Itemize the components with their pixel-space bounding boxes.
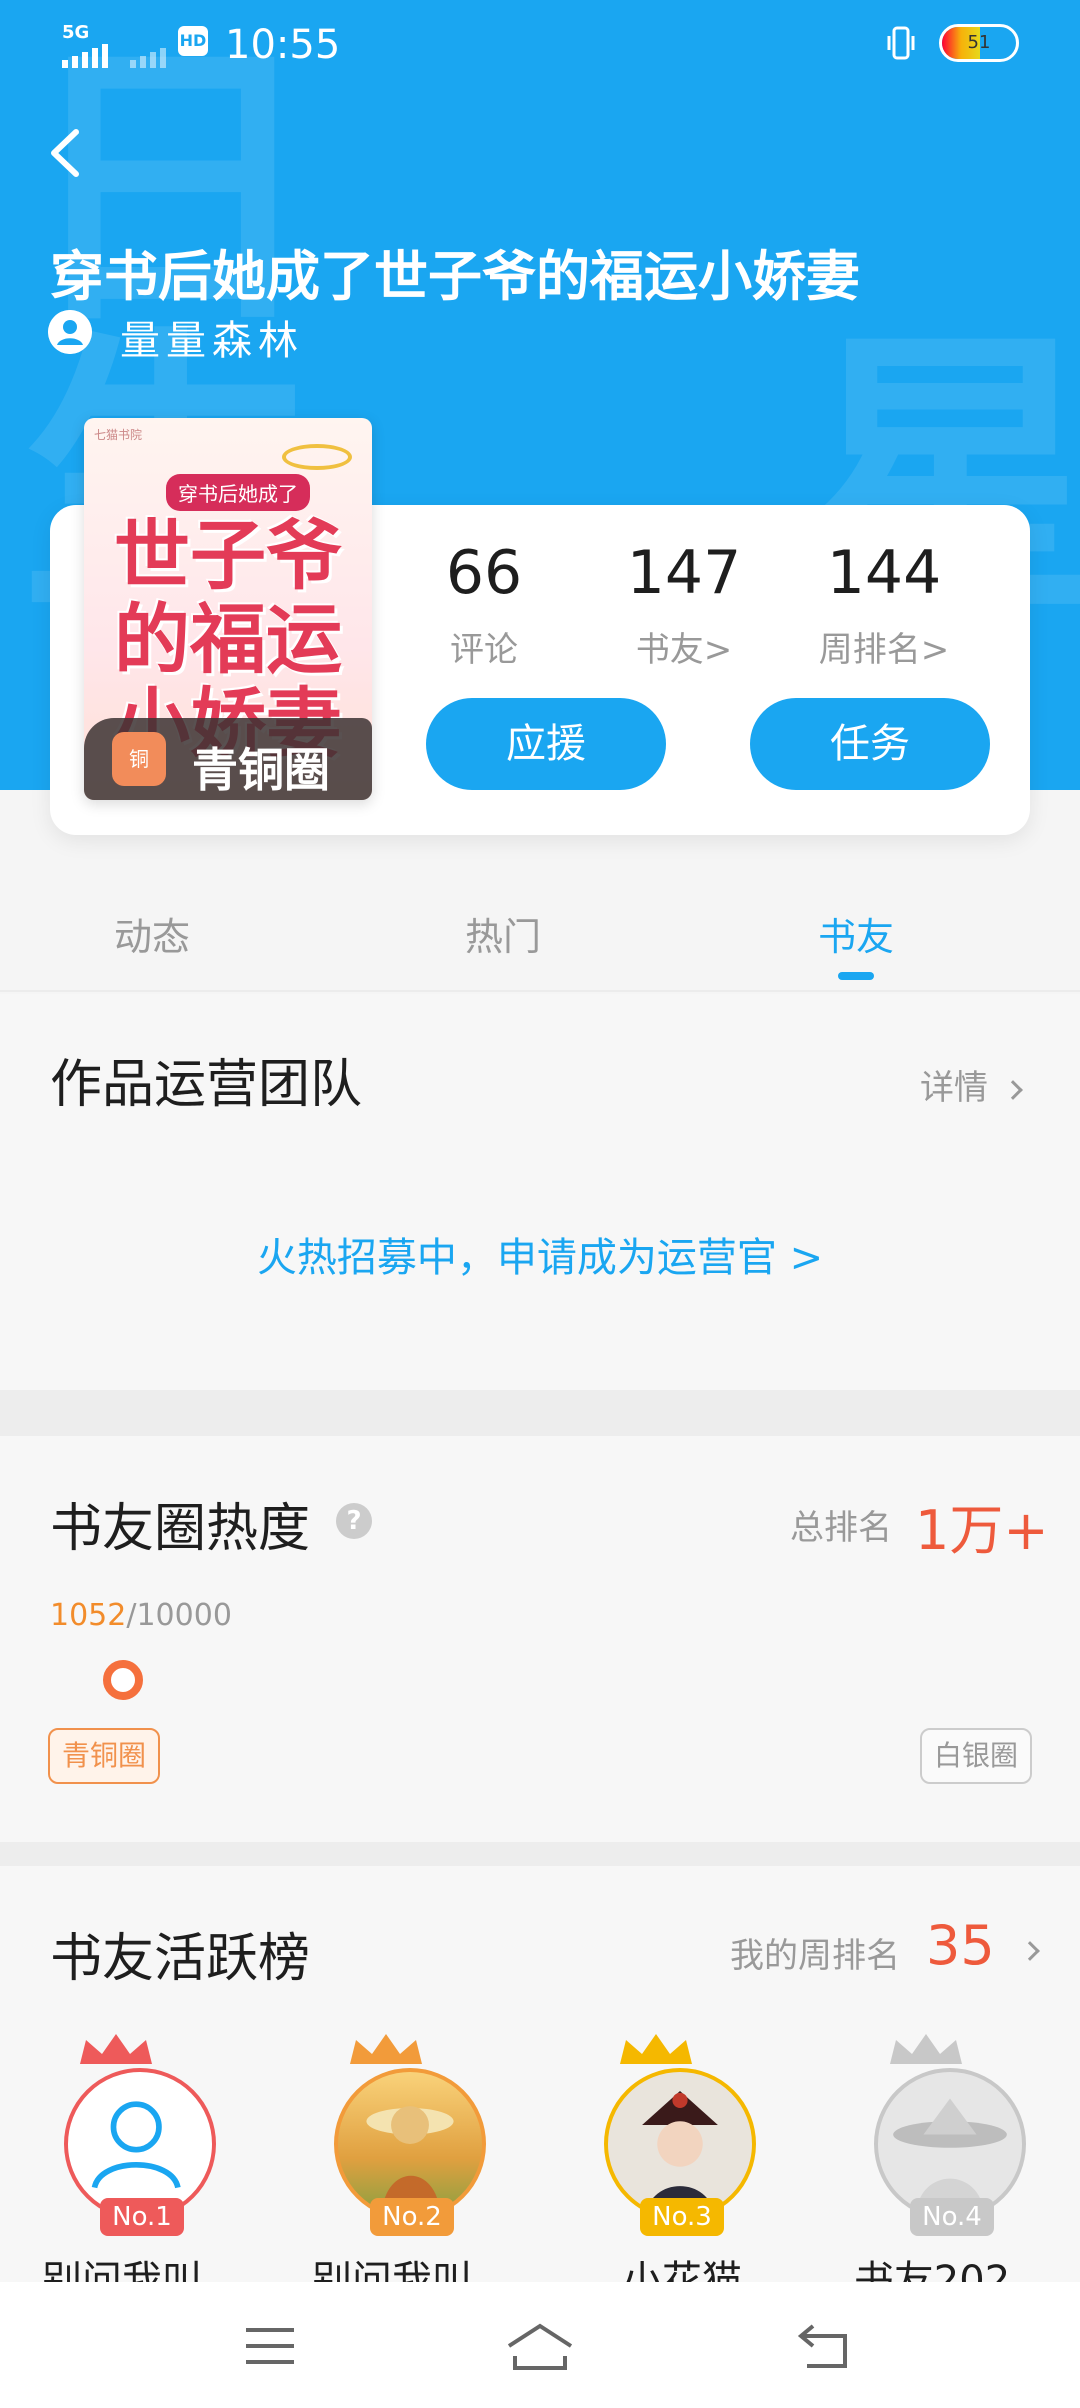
my-weekly-rank-label[interactable]: 我的周排名 [730, 1928, 900, 1977]
halo-decoration [282, 444, 352, 470]
back-arrow-icon[interactable] [48, 128, 82, 178]
progress-marker-icon [103, 1660, 143, 1700]
team-detail-link[interactable]: 详情 [920, 1060, 1023, 1109]
section-divider [0, 1390, 1080, 1436]
section-title: 书友活跃榜 [50, 1929, 311, 1989]
tab-hot[interactable]: 热门 [403, 906, 603, 961]
author-avatar-icon [48, 310, 92, 354]
rank-badge: No.1 [100, 2198, 184, 2236]
back-icon[interactable] [795, 2318, 855, 2374]
stat-value: 144 [826, 538, 942, 608]
bronze-badge-icon: 铜 [112, 732, 166, 786]
user-photo [893, 2098, 1007, 2215]
stat-value: 66 [445, 538, 523, 608]
crown-icon [620, 2034, 692, 2064]
current-tier-badge: 青铜圈 [48, 1728, 161, 1784]
crown-icon [80, 2034, 152, 2064]
stat-value: 147 [626, 538, 742, 608]
rank-badge: No.4 [910, 2198, 994, 2236]
help-icon[interactable]: ? [336, 1503, 372, 1539]
menu-icon[interactable] [240, 2318, 300, 2374]
operations-team-section: 作品运营团队 详情 [0, 994, 1080, 1390]
chevron-right-icon [1003, 1079, 1023, 1100]
default-user-icon [91, 2101, 181, 2189]
signal-icon [62, 44, 108, 68]
stat-label: 周排名> [818, 630, 950, 670]
home-icon[interactable] [505, 2318, 575, 2374]
stat-readers[interactable]: 147 书友> [584, 538, 784, 671]
tab-indicator [838, 972, 874, 980]
hd-icon: HD [178, 26, 208, 56]
section-title: 作品运营团队 [50, 1055, 363, 1115]
battery-icon: 51 [939, 24, 1019, 62]
recruit-link[interactable]: 火热招募中，申请成为运营官 > [0, 1225, 1080, 1283]
progress-current: 1052 [50, 1598, 127, 1633]
stat-label: 评论 [450, 630, 518, 670]
status-bar: 5G HD 10:55 51 [0, 18, 1080, 78]
detail-label: 详情 [920, 1068, 988, 1108]
cover-publisher: 七猫书院 [94, 428, 143, 442]
book-cover[interactable]: 七猫书院 穿书后她成了 世子爷的福运小娇妻 铜 青铜圈 [84, 418, 372, 800]
stat-label: 书友> [635, 630, 733, 670]
tab-readers[interactable]: 书友 [756, 906, 956, 961]
total-rank-value: 1万+ [915, 1499, 1049, 1562]
cover-subtitle: 穿书后她成了 [166, 474, 310, 511]
heat-progress: 1052/10000 [50, 1598, 232, 1633]
tab-updates[interactable]: 动态 [52, 906, 252, 961]
support-button[interactable]: 应援 [426, 698, 666, 790]
my-weekly-rank-value[interactable]: 35 [926, 1914, 995, 1977]
battery-level: 51 [967, 32, 991, 53]
next-tier-badge: 白银圈 [920, 1728, 1033, 1784]
rank-badge: No.3 [640, 2198, 724, 2236]
vibrate-icon [887, 26, 915, 60]
network-indicator: 5G [62, 22, 90, 43]
user-photo [642, 2090, 718, 2216]
section-divider [0, 1842, 1080, 1866]
crown-icon [890, 2034, 962, 2064]
book-title: 穿书后她成了世子爷的福运小娇妻 [50, 245, 860, 308]
progress-total: /10000 [126, 1598, 232, 1633]
stat-comments[interactable]: 66 评论 [384, 538, 584, 671]
circle-level-label: 青铜圈 [192, 743, 330, 797]
total-rank-label: 总排名 [790, 1508, 892, 1548]
section-title: 书友圈热度 [50, 1499, 311, 1559]
rank-badge: No.2 [370, 2198, 454, 2236]
clock: 10:55 [225, 22, 341, 68]
author-name[interactable]: 量量森林 [120, 308, 304, 366]
tab-bar: 动态 热门 书友 [0, 880, 1080, 992]
tasks-button[interactable]: 任务 [750, 698, 990, 790]
user-photo [366, 2106, 454, 2215]
stat-weekly-rank[interactable]: 144 周排名> [784, 538, 984, 671]
circle-level-badge: 铜 青铜圈 [84, 718, 372, 800]
signal-weak-icon [130, 48, 166, 68]
system-nav-bar [0, 2282, 1080, 2408]
crown-icon [350, 2034, 422, 2064]
